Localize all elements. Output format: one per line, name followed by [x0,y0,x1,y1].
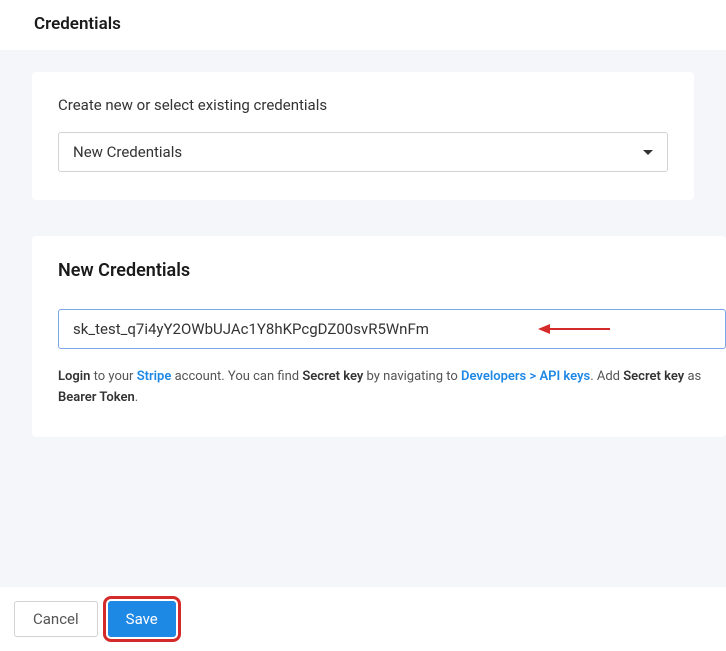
help-t3: by navigating to [363,369,461,384]
credentials-select-wrap: New Credentials [58,132,668,172]
developers-apikeys-link[interactable]: Developers > API keys [461,369,590,384]
secret-key-input-wrap [58,309,726,349]
help-t5: as [684,369,701,384]
stripe-link[interactable]: Stripe [137,369,172,384]
help-bearer-bold: Bearer Token [58,390,135,405]
help-login-bold: Login [58,369,90,384]
credentials-select-value: New Credentials [73,143,182,161]
help-t6: . [135,390,138,405]
new-credentials-card: New Credentials Login to your Stripe acc… [32,236,726,437]
new-credentials-title: New Credentials [58,260,726,281]
page-header: Credentials [0,0,726,50]
help-text: Login to your Stripe account. You can fi… [58,367,726,409]
select-credentials-card: Create new or select existing credential… [32,72,694,200]
select-credentials-label: Create new or select existing credential… [58,96,668,114]
footer-bar: Cancel Save [0,587,726,651]
content-area: Create new or select existing credential… [0,72,726,437]
help-secretkey-bold: Secret key [302,369,363,384]
help-t2: account. You can find [171,369,302,384]
help-t1: to your [90,369,136,384]
help-t4: . Add [590,369,623,384]
page-title: Credentials [34,14,692,34]
cancel-button[interactable]: Cancel [14,601,98,637]
help-secretkey-bold2: Secret key [623,369,684,384]
secret-key-input[interactable] [58,309,726,349]
credentials-select[interactable]: New Credentials [58,132,668,172]
save-button[interactable]: Save [108,601,176,637]
chevron-down-icon [643,150,653,155]
